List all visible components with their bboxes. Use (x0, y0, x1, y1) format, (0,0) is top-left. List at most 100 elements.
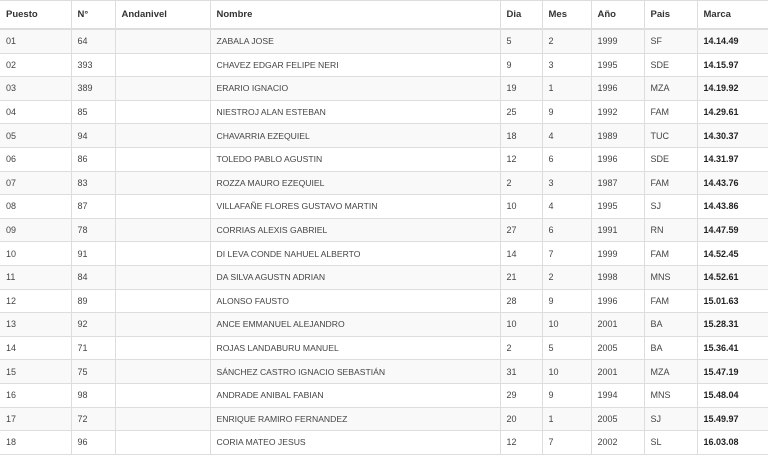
cell-nombre: TOLEDO PABLO AGUSTIN (210, 147, 501, 172)
cell-pais: SDE (644, 53, 698, 78)
table-row[interactable]: 12 89 ALONSO FAUSTO 28 9 1996 FAM 15.01.63 (0, 289, 768, 314)
table-row[interactable]: 05 94 CHAVARRIA EZEQUIEL 18 4 1989 TUC 14.30.37 (0, 123, 768, 148)
cell-andanivel (115, 171, 211, 196)
cell-mes: 7 (542, 241, 592, 266)
column-header-puesto[interactable]: Puesto (0, 0, 72, 30)
cell-nombre: CHAVEZ EDGAR FELIPE NERI (210, 53, 501, 78)
cell-marca: 14.31.97 (697, 147, 768, 172)
cell-andanivel (115, 76, 211, 101)
cell-nombre: VILLAFAÑE FLORES GUSTAVO MARTIN (210, 194, 501, 219)
column-header-mes[interactable]: Mes (542, 0, 592, 30)
table-header-row: Puesto N° Andanivel Nombre Dia Mes Año P… (0, 0, 768, 30)
cell-puesto: 08 (0, 194, 72, 219)
cell-pais: SJ (644, 407, 698, 432)
table-row[interactable]: 03 389 ERARIO IGNACIO 19 1 1996 MZA 14.19.92 (0, 76, 768, 101)
cell-marca: 16.03.08 (697, 430, 768, 455)
cell-nombre: ROZZA MAURO EZEQUIEL (210, 171, 501, 196)
cell-dia: 25 (500, 100, 543, 125)
column-header-marca[interactable]: Marca (697, 0, 768, 30)
cell-andanivel (115, 289, 211, 314)
cell-nombre: ANCE EMMANUEL ALEJANDRO (210, 312, 501, 337)
cell-puesto: 12 (0, 289, 72, 314)
cell-dia: 14 (500, 241, 543, 266)
cell-pais: MZA (644, 76, 698, 101)
cell-anio: 1994 (591, 383, 645, 408)
column-header-anio[interactable]: Año (591, 0, 645, 30)
cell-numero: 85 (71, 100, 116, 125)
cell-pais: BA (644, 336, 698, 361)
cell-anio: 2001 (591, 359, 645, 384)
cell-numero: 72 (71, 407, 116, 432)
table-row[interactable]: 14 71 ROJAS LANDABURU MANUEL 2 5 2005 BA 15.36.… (0, 336, 768, 361)
cell-mes: 4 (542, 194, 592, 219)
column-header-pais[interactable]: Pais (644, 0, 698, 30)
cell-dia: 19 (500, 76, 543, 101)
cell-anio: 1995 (591, 53, 645, 78)
column-header-numero[interactable]: N° (71, 0, 116, 30)
cell-andanivel (115, 53, 211, 78)
cell-numero: 89 (71, 289, 116, 314)
cell-andanivel (115, 100, 211, 125)
cell-marca: 15.49.97 (697, 407, 768, 432)
cell-mes: 5 (542, 336, 592, 361)
cell-pais: SL (644, 430, 698, 455)
cell-numero: 393 (71, 53, 116, 78)
cell-marca: 14.15.97 (697, 53, 768, 78)
cell-nombre: ZABALA JOSE (210, 29, 501, 54)
table-row[interactable]: 07 83 ROZZA MAURO EZEQUIEL 2 3 1987 FAM 14.43.7… (0, 171, 768, 196)
cell-mes: 10 (542, 359, 592, 384)
cell-mes: 3 (542, 53, 592, 78)
table-row[interactable]: 06 86 TOLEDO PABLO AGUSTIN 12 6 1996 SDE 14.31.… (0, 147, 768, 172)
cell-mes: 1 (542, 407, 592, 432)
table-row[interactable]: 08 87 VILLAFAÑE FLORES GUSTAVO MARTIN 10 4 19… (0, 194, 768, 219)
table-row[interactable]: 16 98 ANDRADE ANIBAL FABIAN 29 9 1994 MNS 15.48… (0, 383, 768, 408)
cell-nombre: ROJAS LANDABURU MANUEL (210, 336, 501, 361)
column-header-dia[interactable]: Dia (500, 0, 543, 30)
cell-marca: 14.43.86 (697, 194, 768, 219)
cell-dia: 10 (500, 194, 543, 219)
cell-pais: SF (644, 29, 698, 54)
cell-puesto: 18 (0, 430, 72, 455)
table-row[interactable]: 18 96 CORIA MATEO JESUS 12 7 2002 SL 16.03.08 (0, 430, 768, 455)
cell-dia: 2 (500, 171, 543, 196)
cell-andanivel (115, 194, 211, 219)
cell-mes: 3 (542, 171, 592, 196)
cell-nombre: NIESTROJ ALAN ESTEBAN (210, 100, 501, 125)
cell-andanivel (115, 265, 211, 290)
table-row[interactable]: 10 91 DI LEVA CONDE NAHUEL ALBERTO 14 7 1999 F… (0, 241, 768, 266)
cell-numero: 84 (71, 265, 116, 290)
cell-dia: 5 (500, 29, 543, 54)
table-row[interactable]: 02 393 CHAVEZ EDGAR FELIPE NERI 9 3 1995 SDE 14… (0, 53, 768, 78)
table-row[interactable]: 13 92 ANCE EMMANUEL ALEJANDRO 10 10 2001 BA 15.… (0, 312, 768, 337)
cell-dia: 2 (500, 336, 543, 361)
cell-nombre: CORIA MATEO JESUS (210, 430, 501, 455)
cell-marca: 14.47.59 (697, 218, 768, 243)
cell-andanivel (115, 336, 211, 361)
cell-pais: TUC (644, 123, 698, 148)
cell-mes: 6 (542, 218, 592, 243)
cell-marca: 15.47.19 (697, 359, 768, 384)
cell-marca: 14.30.37 (697, 123, 768, 148)
column-header-nombre[interactable]: Nombre (210, 0, 501, 30)
table-row[interactable]: 11 84 DA SILVA AGUSTN ADRIAN 21 2 1998 MNS 14.5… (0, 265, 768, 290)
table-row[interactable]: 15 75 SÁNCHEZ CASTRO IGNACIO SEBASTIÁN 31 10… (0, 359, 768, 384)
cell-andanivel (115, 430, 211, 455)
cell-marca: 15.28.31 (697, 312, 768, 337)
table-row[interactable]: 04 85 NIESTROJ ALAN ESTEBAN 25 9 1992 FAM 14.29… (0, 100, 768, 125)
cell-anio: 1992 (591, 100, 645, 125)
cell-mes: 9 (542, 289, 592, 314)
cell-numero: 94 (71, 123, 116, 148)
column-header-andanivel[interactable]: Andanivel (115, 0, 211, 30)
cell-marca: 15.36.41 (697, 336, 768, 361)
cell-marca: 14.52.45 (697, 241, 768, 266)
table-row[interactable]: 01 64 ZABALA JOSE 5 2 1999 SF 14.14.49 (0, 29, 768, 54)
cell-puesto: 10 (0, 241, 72, 266)
cell-andanivel (115, 359, 211, 384)
table-row[interactable]: 09 78 CORRIAS ALEXIS GABRIEL 27 6 1991 RN 14.47… (0, 218, 768, 243)
cell-nombre: ERARIO IGNACIO (210, 76, 501, 101)
table-row[interactable]: 17 72 ENRIQUE RAMIRO FERNANDEZ 20 1 2005 SJ 15.… (0, 407, 768, 432)
cell-marca: 15.48.04 (697, 383, 768, 408)
table-body: 01 64 ZABALA JOSE 5 2 1999 SF 14.14.49 02 393 CHAV… (0, 29, 768, 455)
results-table: Puesto N° Andanivel Nombre Dia Mes Año P… (0, 0, 768, 455)
cell-andanivel (115, 312, 211, 337)
